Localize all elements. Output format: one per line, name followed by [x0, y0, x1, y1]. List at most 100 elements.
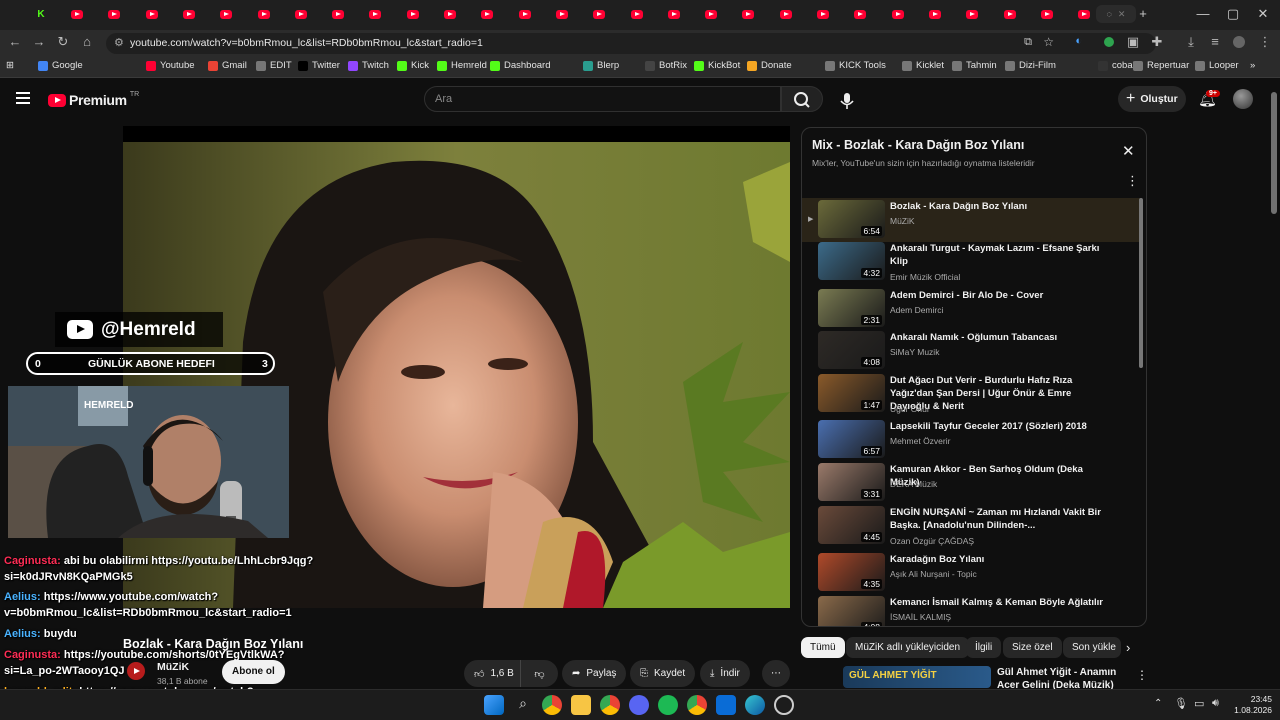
windows-start-icon[interactable] [484, 695, 504, 715]
bookmark-star-icon[interactable]: ☆ [1043, 35, 1054, 49]
spotify-icon[interactable] [658, 695, 678, 715]
site-info-icon[interactable]: ⚙ [114, 36, 124, 49]
tab-youtube[interactable] [885, 5, 911, 23]
minimize-button[interactable]: — [1188, 6, 1218, 21]
tab-youtube[interactable] [586, 5, 612, 23]
settings-gear-icon[interactable] [774, 695, 794, 715]
playlist-item[interactable]: 4:08 Kemancı İsmail Kalmış & Keman Böyle … [818, 596, 1136, 626]
chips-next-icon[interactable]: › [1126, 640, 1130, 655]
tab-youtube[interactable] [325, 5, 351, 23]
close-playlist-icon[interactable]: ✕ [1122, 142, 1135, 160]
tab-youtube[interactable] [474, 5, 500, 23]
recommended-thumbnail[interactable]: GÜL AHMET YİĞİT [843, 666, 991, 688]
bookmark-tahmin[interactable]: Tahmin [952, 60, 997, 71]
maximize-button[interactable]: ▢ [1218, 6, 1248, 22]
bookmark-kicklet[interactable]: Kicklet [902, 60, 944, 71]
bookmark-kickbot[interactable]: KickBot [694, 60, 740, 71]
back-icon[interactable]: ← [6, 34, 24, 49]
bookmark-twitch[interactable]: Twitch [348, 60, 389, 71]
profile-avatar-icon[interactable] [1230, 34, 1248, 50]
extension-green-icon[interactable] [1100, 34, 1118, 50]
extension-box-icon[interactable]: ▣ [1124, 34, 1142, 50]
taskbar-search-icon[interactable]: ⌕ [513, 695, 533, 715]
download-button[interactable]: ⤓ İndir [700, 660, 750, 687]
tab-youtube[interactable] [139, 5, 165, 23]
bookmark-dizi-film[interactable]: Dizi-Film [1005, 60, 1056, 71]
youtube-premium-logo[interactable]: Premium TR [48, 91, 139, 108]
bookmark-repertuar[interactable]: Repertuar [1133, 60, 1189, 71]
chip-size-zel[interactable]: Size özel [1003, 637, 1062, 658]
playlist-item[interactable]: 4:45 ENGİN NURŞANİ ~ Zaman mı Hızlandı Va… [818, 506, 1136, 548]
install-app-icon[interactable]: ⧉ [1024, 36, 1032, 49]
tab-youtube[interactable] [176, 5, 202, 23]
file-explorer-icon[interactable] [571, 695, 591, 715]
home-icon[interactable]: ⌂ [78, 34, 96, 49]
tab-youtube[interactable] [773, 5, 799, 23]
playlist-item[interactable]: 4:08 Ankaralı Namık - Oğlumun Tabancası Si… [818, 331, 1136, 373]
page-scrollbar[interactable] [1271, 92, 1277, 214]
tab-youtube[interactable] [288, 5, 314, 23]
tab-youtube[interactable] [549, 5, 575, 23]
chip-i-lgili[interactable]: İlgili [966, 637, 1002, 658]
discord-icon[interactable] [629, 695, 649, 715]
bookmark-donate[interactable]: Donate [747, 60, 792, 71]
bookmark-dashboard[interactable]: Dashboard [490, 60, 550, 71]
chip-t-m-[interactable]: Tümü [801, 637, 845, 658]
recommended-menu-icon[interactable]: ⋮ [1136, 668, 1148, 682]
address-bar[interactable]: ⚙ youtube.com/watch?v=b0bmRmou_lc&list=R… [106, 33, 1156, 54]
tab-youtube[interactable] [362, 5, 388, 23]
apps-grid-icon[interactable]: ⊞ [6, 60, 14, 71]
channel-name[interactable]: MüZiK [157, 661, 189, 673]
tab-youtube[interactable] [213, 5, 239, 23]
bookmark-google[interactable]: Google [38, 60, 83, 71]
tab-youtube[interactable] [698, 5, 724, 23]
tab-youtube[interactable] [661, 5, 687, 23]
chrome-taskbar-icon[interactable] [542, 695, 562, 715]
voice-search-icon[interactable] [836, 90, 858, 112]
tab-youtube[interactable] [922, 5, 948, 23]
bookmark-twitter[interactable]: Twitter [298, 60, 340, 71]
tab-youtube[interactable] [101, 5, 127, 23]
bookmark-kick-tools[interactable]: KICK Tools [825, 60, 886, 71]
bookmark-edit[interactable]: EDIT [256, 60, 292, 71]
more-actions-button[interactable]: ⋯ [762, 660, 790, 687]
bookmark-blerp[interactable]: Blerp [583, 60, 619, 71]
playlist-item[interactable]: 2:31 Adem Demirci - Bir Alo De - Cover Ade… [818, 289, 1136, 331]
tray-chevron-icon[interactable]: ⌃ [1154, 698, 1162, 709]
playlist-item[interactable]: 4:32 Ankaralı Turgut - Kaymak Lazım - Efs… [818, 242, 1136, 284]
tab-youtube[interactable] [810, 5, 836, 23]
tab-youtube[interactable] [1034, 5, 1060, 23]
edge-icon[interactable] [745, 695, 765, 715]
search-input[interactable]: Ara [424, 86, 781, 112]
like-button[interactable]: 👍︎ 1,6 B [464, 660, 520, 687]
tab-youtube[interactable] [512, 5, 538, 23]
channel-avatar[interactable] [127, 662, 145, 680]
blue-app-icon[interactable] [716, 695, 736, 715]
create-button[interactable]: + Oluştur [1118, 86, 1186, 112]
chip-son-y-kle[interactable]: Son yükle [1063, 637, 1121, 658]
chip-m-zik-adl-y-kleyiciden[interactable]: MüZiK adlı yükleyiciden [846, 637, 970, 658]
tab-youtube[interactable] [1071, 5, 1097, 23]
dislike-button[interactable]: 👎︎ [520, 660, 558, 687]
bookmark-hemreld[interactable]: Hemreld [437, 60, 487, 71]
tab-youtube[interactable] [624, 5, 650, 23]
playlist-menu-icon[interactable]: ⋮ [1126, 173, 1139, 189]
display-tray-icon[interactable]: ▭ [1194, 697, 1204, 710]
playlist-item[interactable]: 6:57 Lapsekili Tayfur Geceler 2017 (Sözle… [818, 420, 1136, 462]
forward-icon[interactable]: → [30, 34, 48, 49]
chrome-alt-icon[interactable] [687, 695, 707, 715]
account-avatar[interactable] [1233, 89, 1253, 109]
taskbar-clock[interactable]: 23:45 1.08.2026 [1232, 694, 1272, 716]
close-window-button[interactable]: ✕ [1248, 6, 1278, 22]
bookmark-kick[interactable]: Kick [397, 60, 429, 71]
video-player[interactable] [123, 142, 790, 608]
tab-youtube[interactable] [64, 5, 90, 23]
media-control-icon[interactable]: ≡ [1206, 34, 1224, 49]
playlist-item[interactable]: 1:47 Dut Ağacı Dut Verir - Burdurlu Hafız… [818, 374, 1136, 416]
playlist-item[interactable]: 6:54 Bozlak - Kara Dağın Boz Yılanı MüZiK [818, 200, 1136, 242]
close-tab-icon[interactable]: ✕ [1118, 9, 1126, 20]
new-tab-button[interactable]: + [1128, 6, 1158, 21]
tab-youtube[interactable] [997, 5, 1023, 23]
tab-kick[interactable]: K [28, 5, 54, 23]
bookmark-youtube[interactable]: Youtube [146, 60, 195, 71]
